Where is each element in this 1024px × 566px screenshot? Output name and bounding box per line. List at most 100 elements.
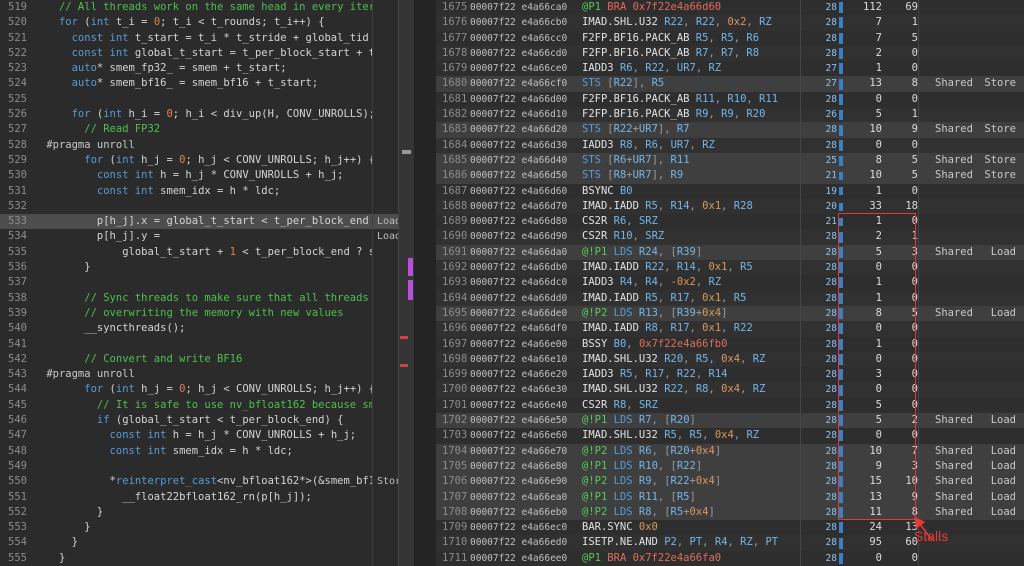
live-registers-cell: 21 [800, 168, 846, 183]
source-line[interactable]: 540 __syncthreads(); [0, 321, 398, 336]
source-line[interactable]: 529 for (int h_j = 0; h_j < CONV_UNROLLS… [0, 153, 398, 168]
sass-row[interactable]: 168500007f22 e4a66d40STS [R6+UR7], R1125… [436, 153, 1024, 168]
source-line[interactable]: 539 // overwriting the memory with new v… [0, 306, 398, 321]
source-line[interactable]: 541 [0, 337, 398, 352]
live-registers-cell: 28 [800, 367, 846, 382]
sass-row[interactable]: 170500007f22 e4a66e80@!P1 LDS R10, [R22]… [436, 459, 1024, 474]
source-code-text: for (int t_i = 0; t_i < t_rounds; t_i++)… [40, 15, 372, 30]
source-line[interactable]: 552 } [0, 505, 398, 520]
live-registers-cell: 28 [800, 122, 846, 137]
memory-access-op: Load [980, 505, 1024, 520]
sass-row[interactable]: 170000007f22 e4a66e30IMAD.SHL.U32 R22, R… [436, 382, 1024, 397]
sass-row[interactable]: 169900007f22 e4a66e20IADD3 R5, R17, R22,… [436, 367, 1024, 382]
sass-row[interactable]: 168800007f22 e4a66d70IMAD.IADD R5, R14, … [436, 199, 1024, 214]
sass-pane[interactable]: 167500007f22 e4a66ca0@P1 BRA 0x7f22e4a66… [436, 0, 1024, 566]
sass-row[interactable]: 167600007f22 e4a66cb0IMAD.SHL.U32 R22, R… [436, 15, 1024, 30]
sass-row[interactable]: 168300007f22 e4a66d20STS [R22+UR7], R728… [436, 122, 1024, 137]
sample-count-secondary: 0 [882, 428, 918, 443]
live-registers-bar [839, 262, 843, 273]
sass-row[interactable]: 169300007f22 e4a66dc0IADD3 R4, R4, -0x2,… [436, 275, 1024, 290]
line-number: 1687 [436, 184, 470, 199]
source-line[interactable]: 550 *reinterpret_cast<nv_bfloat162*>(&sm… [0, 474, 398, 489]
source-line[interactable]: 543 #pragma unroll [0, 367, 398, 382]
sass-row[interactable]: 170600007f22 e4a66e90@!P2 LDS R9, [R22+0… [436, 474, 1024, 489]
sass-row[interactable]: 168000007f22 e4a66cf0STS [R22], R527138S… [436, 76, 1024, 91]
sass-row[interactable]: 167700007f22 e4a66cc0F2FP.BF16.PACK_AB R… [436, 31, 1024, 46]
source-line[interactable]: 545 // It is safe to use nv_bfloat162 be… [0, 398, 398, 413]
source-line[interactable]: 553 } [0, 520, 398, 535]
source-line[interactable]: 519 // All threads work on the same head… [0, 0, 398, 15]
source-line[interactable]: 551 __float22bfloat162_rn(p[h_j]); [0, 490, 398, 505]
source-code-text: const int t_start = t_i * t_stride + glo… [40, 31, 372, 46]
sass-row[interactable]: 168600007f22 e4a66d50STS [R8+UR7], R9211… [436, 168, 1024, 183]
sass-row[interactable]: 169200007f22 e4a66db0IMAD.IADD R22, R14,… [436, 260, 1024, 275]
source-line[interactable]: 524 auto* smem_bf16_ = smem_bf16 + t_sta… [0, 76, 398, 91]
instruction-address: 00007f22 e4a66d40 [470, 153, 582, 168]
sass-row[interactable]: 170300007f22 e4a66e60IMAD.SHL.U32 R5, R5… [436, 428, 1024, 443]
sass-row[interactable]: 169100007f22 e4a66da0@!P1 LDS R24, [R39]… [436, 245, 1024, 260]
source-line[interactable]: 546 if (global_t_start < t_per_block_end… [0, 413, 398, 428]
memory-access-op [980, 229, 1024, 244]
source-line[interactable]: 542 // Convert and write BF16 [0, 352, 398, 367]
source-line[interactable]: 528 #pragma unroll [0, 138, 398, 153]
sass-row[interactable]: 168200007f22 e4a66d10F2FP.BF16.PACK_AB R… [436, 107, 1024, 122]
live-registers-bar [839, 203, 843, 211]
sass-row[interactable]: 170400007f22 e4a66e70@!P2 LDS R6, [R20+0… [436, 444, 1024, 459]
sass-row[interactable]: 170700007f22 e4a66ea0@!P1 LDS R11, [R5]2… [436, 490, 1024, 505]
line-number: 534 [0, 229, 40, 244]
source-line[interactable]: 525 [0, 92, 398, 107]
sample-count-primary: 8 [846, 306, 882, 321]
source-line[interactable]: 534 p[h_j].y =Load [0, 229, 398, 244]
source-pane[interactable]: 519 // All threads work on the same head… [0, 0, 398, 566]
source-line[interactable]: 526 for (int h_i = 0; h_i < div_up(H, CO… [0, 107, 398, 122]
instruction-address: 00007f22 e4a66eb0 [470, 505, 582, 520]
sass-row[interactable]: 167900007f22 e4a66ce0IADD3 R6, R22, UR7,… [436, 61, 1024, 76]
sass-row[interactable]: 168700007f22 e4a66d60BSYNC B01910 [436, 184, 1024, 199]
source-line[interactable]: 530 const int h = h_j * CONV_UNROLLS + h… [0, 168, 398, 183]
sass-row[interactable]: 167800007f22 e4a66cd0F2FP.BF16.PACK_AB R… [436, 46, 1024, 61]
source-line-selected[interactable]: 533 p[h_j].x = global_t_start < t_per_bl… [0, 214, 398, 229]
sass-row[interactable]: 167500007f22 e4a66ca0@P1 BRA 0x7f22e4a66… [436, 0, 1024, 15]
sass-row[interactable]: 169600007f22 e4a66df0IMAD.IADD R8, R17, … [436, 321, 1024, 336]
sample-count-primary: 0 [846, 260, 882, 275]
line-number: 533 [0, 214, 40, 229]
source-line[interactable]: 522 const int global_t_start = t_per_blo… [0, 46, 398, 61]
scrollbar[interactable] [398, 0, 414, 566]
sass-row[interactable]: 168900007f22 e4a66d80CS2R R6, SRZ2110 [436, 214, 1024, 229]
sass-row[interactable]: 170100007f22 e4a66e40CS2R R8, SRZ2850 [436, 398, 1024, 413]
source-line[interactable]: 548 const int smem_idx = h * ldc; [0, 444, 398, 459]
sass-row[interactable]: 168400007f22 e4a66d30IADD3 R8, R6, UR7, … [436, 138, 1024, 153]
source-line[interactable]: 535 global_t_start + 1 < t_per_block_end… [0, 245, 398, 260]
source-line[interactable]: 544 for (int h_j = 0; h_j < CONV_UNROLLS… [0, 382, 398, 397]
sass-row[interactable]: 169000007f22 e4a66d90CS2R R10, SRZ2821 [436, 229, 1024, 244]
sass-row[interactable]: 170800007f22 e4a66eb0@!P2 LDS R8, [R5+0x… [436, 505, 1024, 520]
source-line[interactable]: 536 } [0, 260, 398, 275]
source-line[interactable]: 549 [0, 459, 398, 474]
sample-count-secondary: 5 [882, 153, 918, 168]
sass-row[interactable]: 170200007f22 e4a66e50@!P1 LDS R7, [R20]2… [436, 413, 1024, 428]
source-line[interactable]: 554 } [0, 535, 398, 550]
source-line[interactable]: 555 } [0, 551, 398, 566]
source-code-text: // All threads work on the same head in … [40, 0, 372, 15]
source-line[interactable]: 538 // Sync threads to make sure that al… [0, 291, 398, 306]
instruction-address: 00007f22 e4a66e20 [470, 367, 582, 382]
source-line[interactable]: 532 [0, 199, 398, 214]
sample-count-primary: 1 [846, 337, 882, 352]
memory-op-tag [372, 184, 398, 199]
source-line[interactable]: 521 const int t_start = t_i * t_stride +… [0, 31, 398, 46]
sass-row[interactable]: 169500007f22 e4a66de0@!P2 LDS R13, [R39+… [436, 306, 1024, 321]
sass-row[interactable]: 169700007f22 e4a66e00BSSY B0, 0x7f22e4a6… [436, 337, 1024, 352]
source-line[interactable]: 520 for (int t_i = 0; t_i < t_rounds; t_… [0, 15, 398, 30]
sass-instruction: @!P2 LDS R9, [R22+0x4] [582, 474, 800, 489]
source-line[interactable]: 523 auto* smem_fp32_ = smem + t_start; [0, 61, 398, 76]
sass-row[interactable]: 169400007f22 e4a66dd0IMAD.IADD R5, R17, … [436, 291, 1024, 306]
source-line[interactable]: 531 const int smem_idx = h * ldc; [0, 184, 398, 199]
sass-row[interactable]: 171100007f22 e4a66ee0@P1 BRA 0x7f22e4a66… [436, 551, 1024, 566]
source-line[interactable]: 537 [0, 275, 398, 290]
memory-op-tag [372, 76, 398, 91]
sass-row[interactable]: 168100007f22 e4a66d00F2FP.BF16.PACK_AB R… [436, 92, 1024, 107]
sass-row[interactable]: 169800007f22 e4a66e10IMAD.SHL.U32 R20, R… [436, 352, 1024, 367]
source-line[interactable]: 527 // Read FP32 [0, 122, 398, 137]
memory-space: Shared [918, 444, 980, 459]
source-line[interactable]: 547 const int h = h_j * CONV_UNROLLS + h… [0, 428, 398, 443]
